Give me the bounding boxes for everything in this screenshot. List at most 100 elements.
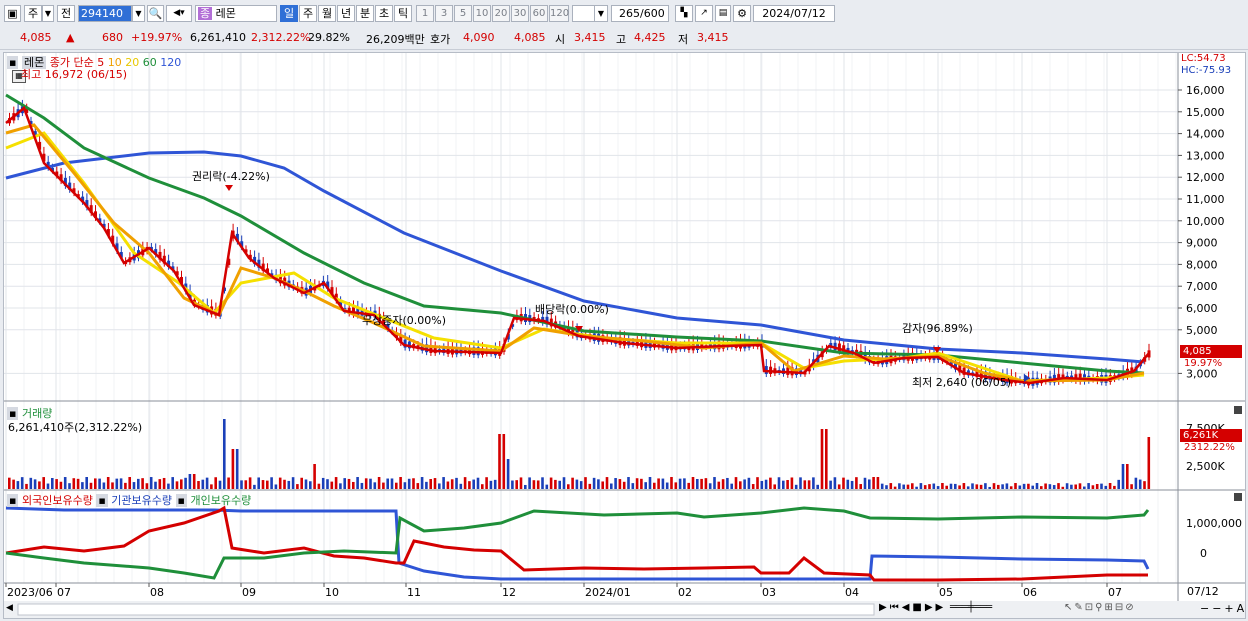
grid-icon[interactable]: ▚ bbox=[675, 5, 693, 22]
period-tick[interactable]: 틱 bbox=[394, 5, 412, 22]
interval-1[interactable]: 1 bbox=[416, 5, 434, 22]
y-tick-label: 11,000 bbox=[1186, 193, 1225, 206]
interval-dropdown-icon[interactable]: ▼ bbox=[594, 5, 608, 22]
volume-bar bbox=[837, 484, 841, 489]
code-dropdown-icon[interactable]: ▼ bbox=[132, 5, 145, 22]
period-week[interactable]: 주 bbox=[299, 5, 317, 22]
x-tick-label: 02 bbox=[678, 586, 692, 599]
count-total: /600 bbox=[640, 7, 665, 20]
date-input[interactable]: 2024/07/12 bbox=[753, 5, 835, 22]
holding-panel-menu-icon[interactable]: ▪ bbox=[7, 494, 19, 507]
stock-code-input[interactable]: 294140 bbox=[78, 5, 132, 22]
period-year[interactable]: 년 bbox=[337, 5, 355, 22]
tool-icons[interactable]: ↖✎⊡⚲⊞⊟⊘ bbox=[1064, 602, 1136, 613]
zoom-controls[interactable]: −−+A bbox=[1200, 602, 1247, 615]
volume-bar bbox=[799, 477, 802, 489]
legend-institution[interactable]: 기관보유수량 bbox=[111, 494, 172, 507]
volume-bar bbox=[253, 484, 256, 489]
volume-bar bbox=[377, 477, 381, 489]
volume-bar bbox=[339, 483, 342, 489]
volume-bar bbox=[958, 485, 961, 489]
volume-bar bbox=[893, 486, 897, 489]
volume-bar bbox=[55, 479, 58, 489]
current-price-tag: 4,085 bbox=[1180, 345, 1242, 358]
volume-bar bbox=[902, 484, 905, 489]
period-month[interactable]: 월 bbox=[318, 5, 336, 22]
chart-menu-icon[interactable]: ▣ bbox=[4, 5, 21, 22]
interval-3[interactable]: 3 bbox=[435, 5, 453, 22]
count-field[interactable]: 265/600 bbox=[611, 5, 669, 22]
interval-60[interactable]: 60 bbox=[530, 5, 548, 22]
chart-area[interactable]: 16,000 15,000 14,000 13,000 12,000 11,000 10,0… bbox=[3, 52, 1246, 619]
panel-menu-icon[interactable]: ▪ bbox=[7, 56, 19, 69]
volume-bar bbox=[450, 479, 454, 489]
volume-bar bbox=[1040, 486, 1043, 489]
volume-bar bbox=[481, 484, 484, 489]
volume-bar bbox=[876, 477, 880, 489]
scroll-left-icon[interactable]: ◀ bbox=[6, 603, 13, 613]
y-tick-label: 6,000 bbox=[1186, 302, 1218, 315]
settings-gear-icon[interactable]: ⚙ bbox=[733, 5, 751, 22]
volume-bar bbox=[364, 478, 368, 489]
volume-bar bbox=[1117, 479, 1120, 489]
period-day[interactable]: 일 bbox=[280, 5, 298, 22]
volume-bar bbox=[1104, 485, 1108, 489]
volume-bar bbox=[38, 481, 41, 489]
volume-bar bbox=[326, 479, 329, 489]
interval-5[interactable]: 5 bbox=[454, 5, 472, 22]
market-dropdown-icon[interactable]: ▼ bbox=[42, 5, 54, 22]
volume-bar bbox=[524, 484, 527, 489]
volume-bar bbox=[605, 477, 609, 489]
playback-controls[interactable]: ▶⏮◀■▶▶ bbox=[879, 602, 946, 613]
volume-bar bbox=[463, 477, 467, 489]
x-tick-label: 10 bbox=[325, 586, 339, 599]
volume-bar bbox=[1091, 485, 1095, 489]
interval-20[interactable]: 20 bbox=[492, 5, 510, 22]
y-tick-label: 9,000 bbox=[1186, 237, 1218, 250]
legend-individual[interactable]: 개인보유수량 bbox=[190, 494, 251, 507]
volume-bar bbox=[786, 480, 789, 489]
volume-bar bbox=[820, 429, 824, 489]
legend-foreign[interactable]: 외국인보유수량 bbox=[22, 494, 93, 507]
interval-30[interactable]: 30 bbox=[511, 5, 529, 22]
period-second[interactable]: 초 bbox=[375, 5, 393, 22]
bid-price: 4,085 bbox=[514, 31, 546, 44]
volume-bar bbox=[1048, 484, 1052, 489]
open-price: 3,415 bbox=[574, 31, 606, 44]
volume-bar bbox=[158, 479, 162, 489]
stock-name-field[interactable]: 종 레몬 bbox=[195, 5, 277, 22]
interval-10[interactable]: 10 bbox=[473, 5, 491, 22]
hoga-label: 호가 bbox=[430, 33, 451, 46]
volume-bar bbox=[1083, 486, 1086, 489]
volume-bar bbox=[132, 482, 136, 489]
ma-20-label[interactable]: 20 bbox=[125, 56, 139, 69]
interval-120[interactable]: 120 bbox=[549, 5, 569, 22]
ma-60-label[interactable]: 60 bbox=[143, 56, 157, 69]
volume-bar bbox=[1065, 483, 1069, 489]
volume-bar bbox=[124, 482, 127, 489]
market-select[interactable]: 주 bbox=[24, 5, 42, 22]
volume-panel-close-icon[interactable] bbox=[1234, 406, 1242, 414]
x-tick-label: 03 bbox=[762, 586, 776, 599]
volume-bar bbox=[59, 481, 63, 489]
volume-bar bbox=[648, 477, 652, 489]
sound-icon[interactable]: ◀▾ bbox=[166, 5, 192, 22]
draw-tool-icon[interactable]: ↗ bbox=[695, 5, 713, 22]
holding-panel-close-icon[interactable] bbox=[1234, 493, 1242, 501]
volume-bar bbox=[369, 478, 372, 489]
zoom-slider[interactable]: ═══╪═══ bbox=[950, 602, 992, 613]
volume-bar bbox=[485, 477, 488, 489]
x-tick-label: 12 bbox=[502, 586, 516, 599]
count-input[interactable]: 265 bbox=[612, 6, 640, 21]
volume-bar bbox=[167, 483, 170, 489]
search-icon[interactable]: 🔍 bbox=[147, 5, 164, 22]
volume-bar bbox=[149, 477, 153, 489]
chart-canvas[interactable]: 16,000 15,000 14,000 13,000 12,000 11,000 10,0… bbox=[4, 53, 1245, 618]
prev-button[interactable]: 전 bbox=[57, 5, 75, 22]
volume-bar bbox=[717, 481, 721, 489]
volume-pct: 2,312.22% bbox=[251, 31, 311, 44]
period-minute[interactable]: 분 bbox=[356, 5, 374, 22]
save-icon[interactable]: ▤ bbox=[715, 5, 731, 22]
volume-bar bbox=[399, 477, 402, 489]
ma-120-label[interactable]: 120 bbox=[160, 56, 181, 69]
